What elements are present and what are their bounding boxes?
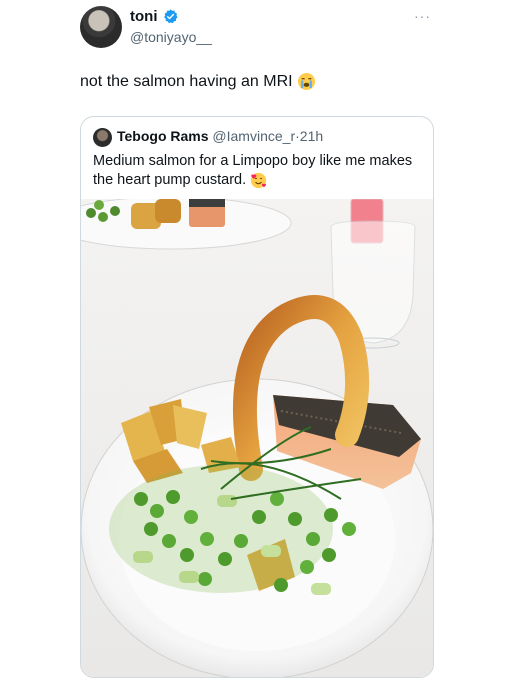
quoted-author-handle[interactable]: @Iamvince_r xyxy=(212,128,295,144)
salmon-dish-photo[interactable] xyxy=(81,199,433,677)
tweet: toni @toniyayo__ ··· not the salmon havi… xyxy=(0,0,512,678)
quoted-avatar[interactable] xyxy=(93,128,112,147)
more-options-icon[interactable]: ··· xyxy=(414,8,431,24)
quoted-text: Medium salmon for a Limpopo boy like me … xyxy=(93,152,423,190)
quoted-tweet[interactable]: Tebogo Rams @Iamvince_r·21h Medium salmo… xyxy=(80,116,434,678)
quoted-timestamp[interactable]: 21h xyxy=(300,128,323,144)
smiling-face-with-hearts-icon xyxy=(251,172,267,188)
tweet-body: not the salmon having an MRI xyxy=(80,73,293,90)
author-row: toni xyxy=(130,8,179,25)
quoted-author-name[interactable]: Tebogo Rams xyxy=(117,128,209,144)
avatar[interactable] xyxy=(80,6,122,48)
author-name[interactable]: toni xyxy=(130,8,158,25)
author-handle[interactable]: @toniyayo__ xyxy=(130,29,212,45)
tweet-text: not the salmon having an MRI xyxy=(80,72,316,92)
verified-badge-icon xyxy=(163,9,178,24)
loudly-crying-face-icon xyxy=(297,73,316,91)
quoted-header: Tebogo Rams @Iamvince_r·21h xyxy=(117,128,323,144)
